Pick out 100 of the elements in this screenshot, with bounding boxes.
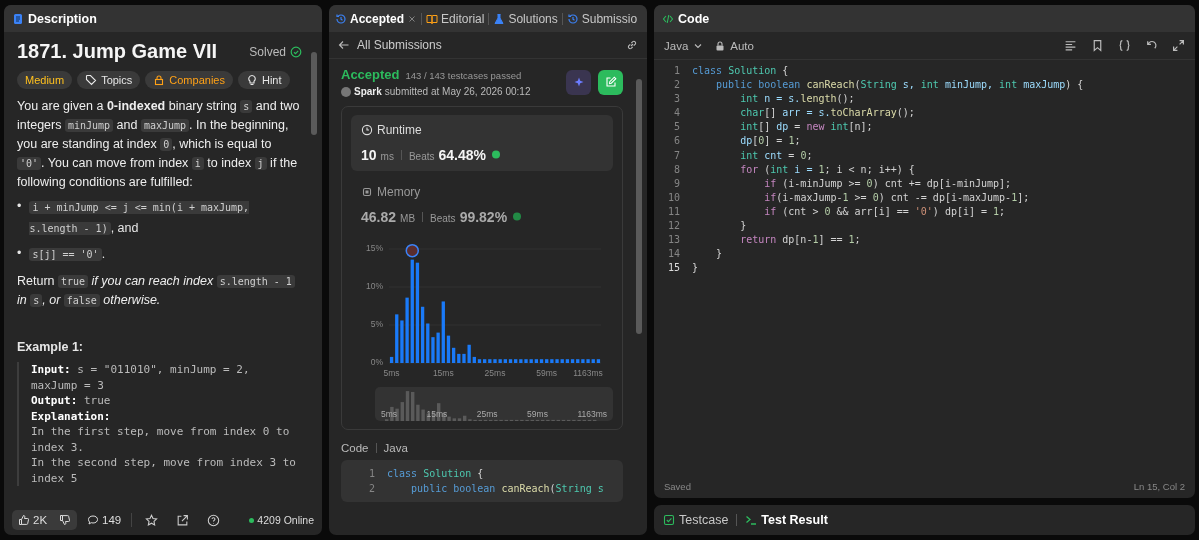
line-number: 5: [672, 120, 681, 135]
language-dropdown[interactable]: Java: [664, 39, 705, 52]
histogram-bar[interactable]: [410, 259, 414, 363]
tag-chip[interactable]: Medium: [17, 71, 73, 89]
code-line: return dp[n-1] == 1;: [739, 233, 861, 248]
histogram-bar[interactable]: [565, 359, 570, 363]
panel-tab[interactable]: Testcase: [663, 513, 729, 527]
code-line: int[] dp = new int[n];: [739, 120, 873, 135]
histogram-bar[interactable]: [457, 353, 461, 363]
x-axis-label: 25ms: [484, 368, 506, 378]
runtime-unit: ms: [380, 151, 394, 162]
histogram-bar[interactable]: [529, 359, 533, 363]
expand-icon[interactable]: [1172, 39, 1185, 52]
histogram-bar[interactable]: [431, 337, 435, 363]
history-icon: [566, 12, 579, 25]
code-line: char[] arr = s.toCharArray();: [739, 106, 915, 121]
histogram-bar[interactable]: [462, 353, 466, 363]
histogram-bar[interactable]: [524, 359, 528, 363]
histogram-bar[interactable]: [477, 359, 482, 363]
avatar-icon: [341, 86, 351, 97]
link-icon[interactable]: [626, 39, 638, 51]
histogram-bar[interactable]: [586, 359, 590, 363]
panel-tab[interactable]: Editorial: [426, 11, 485, 26]
histogram-bar[interactable]: [508, 359, 513, 363]
star-icon[interactable]: [145, 513, 159, 527]
histogram-bar[interactable]: [452, 347, 456, 363]
runtime-value: 10: [361, 147, 377, 163]
tag-chip[interactable]: Companies: [145, 71, 233, 89]
histogram-bar[interactable]: [415, 262, 420, 363]
histogram-bar[interactable]: [420, 306, 425, 363]
histogram-bar[interactable]: [514, 359, 518, 363]
comments-button[interactable]: 149: [85, 510, 124, 530]
line-number: 15: [666, 261, 681, 276]
line-number: 1: [367, 467, 376, 481]
histogram-bar[interactable]: [483, 359, 487, 363]
example-line: In the second step, move from index 3 to: [31, 455, 297, 471]
bookmark-icon[interactable]: [1091, 39, 1104, 52]
panel-tab[interactable]: Test Result: [745, 513, 828, 527]
histogram-bar[interactable]: [503, 359, 507, 363]
panel-tab[interactable]: Solutions: [493, 11, 558, 26]
histogram-bar[interactable]: [498, 359, 502, 363]
speech-bubble-icon: [87, 514, 100, 526]
example-line: In the first step, move from index 0 to: [31, 424, 291, 440]
problem-title: 1871. Jump Game VII: [17, 40, 219, 63]
ai-sparkle-button[interactable]: [566, 69, 591, 95]
histogram-bar[interactable]: [591, 359, 595, 363]
histogram-bar[interactable]: [576, 359, 580, 363]
histogram-bar[interactable]: [426, 323, 430, 363]
histogram-bar[interactable]: [493, 359, 497, 363]
histogram-bar[interactable]: [519, 359, 523, 363]
histogram-bar[interactable]: [441, 301, 445, 363]
code-line: public boolean canReach(String s: [410, 482, 604, 496]
code-line: }: [692, 261, 699, 276]
histogram-bar[interactable]: [581, 359, 585, 363]
overview-label: 1163ms: [577, 409, 607, 419]
thumbs-up-icon: [18, 514, 30, 526]
tag-icon: [85, 74, 98, 86]
histogram-bar[interactable]: [539, 359, 544, 363]
edit-button[interactable]: [598, 69, 623, 95]
histogram-bar[interactable]: [550, 359, 554, 363]
description-tab[interactable]: Description: [12, 11, 97, 26]
checkbox-icon: [663, 514, 675, 526]
tag-chip[interactable]: Topics: [77, 71, 141, 89]
problem-statement: You are given a 0-indexed binary string s and two integers minJump and maxJump . In the beginning, you are standing at index 0 , which is equal to '0' . You can move from index i to index j if the following conditions are fulfilled:: [17, 98, 301, 191]
all-submissions-link[interactable]: All Submissions: [357, 38, 442, 52]
tag-chip[interactable]: Hint: [237, 71, 290, 89]
histogram-bar[interactable]: [436, 332, 440, 363]
histogram-bar[interactable]: [545, 359, 549, 363]
code-tab[interactable]: Code: [662, 11, 710, 26]
panel-tab[interactable]: Accepted: [335, 11, 418, 26]
histogram-bar[interactable]: [560, 359, 564, 363]
format-lines-icon[interactable]: [1064, 39, 1077, 52]
histogram-bar[interactable]: [596, 359, 601, 363]
panel-tab[interactable]: Submissio: [566, 11, 638, 26]
histogram-bar[interactable]: [405, 297, 409, 363]
histogram-bar[interactable]: [400, 320, 404, 363]
back-arrow-icon[interactable]: [338, 39, 350, 51]
code-line: class Solution {: [692, 64, 789, 78]
histogram-bar[interactable]: [534, 359, 538, 363]
range-overview[interactable]: 5ms 15ms 25ms 59ms 1163ms: [375, 387, 613, 421]
help-icon[interactable]: [207, 513, 221, 527]
share-icon[interactable]: [176, 513, 190, 527]
document-icon: [12, 12, 24, 25]
close-icon[interactable]: [407, 13, 418, 24]
solved-status: Solved: [249, 44, 286, 59]
line-number: 13: [666, 233, 681, 248]
x-axis-label: 15ms: [432, 368, 454, 378]
histogram-bar[interactable]: [555, 359, 559, 363]
clock-icon: [361, 124, 373, 136]
example-title: Example 1:: [17, 340, 84, 354]
y-axis-label: 5%: [370, 319, 383, 330]
x-axis-label: 59ms: [536, 368, 558, 378]
auto-mode-button[interactable]: Auto: [714, 39, 754, 52]
braces-icon[interactable]: [1118, 39, 1131, 52]
lock-icon: [153, 74, 166, 86]
histogram-bar[interactable]: [570, 359, 575, 363]
histogram-bar[interactable]: [488, 359, 492, 363]
line-number: 6: [672, 134, 681, 149]
histogram-bar[interactable]: [446, 335, 451, 363]
overview-label: 5ms: [381, 409, 398, 419]
